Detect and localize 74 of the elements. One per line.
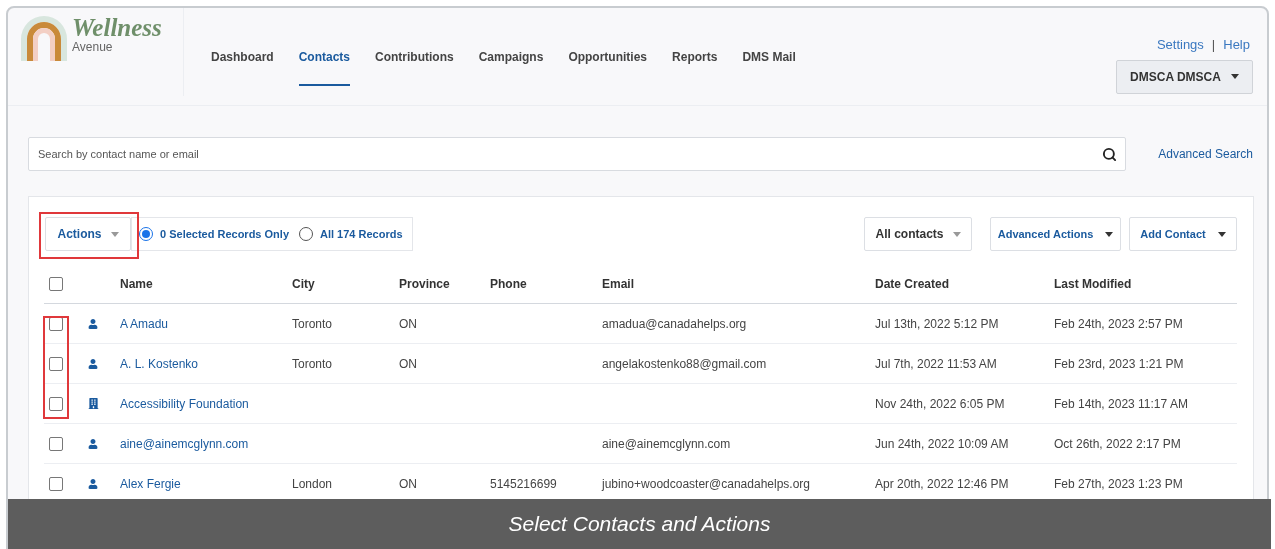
- person-icon: [88, 358, 98, 369]
- caret-icon: [110, 231, 119, 237]
- radio-button[interactable]: [299, 227, 313, 241]
- radio-label[interactable]: All 174 Records: [320, 225, 403, 243]
- column-header: Email: [602, 275, 634, 293]
- link-separator: |: [1211, 36, 1216, 54]
- table-cell: Toronto: [292, 356, 333, 371]
- nav-tab[interactable]: Contacts: [298, 48, 351, 86]
- table-cell: Toronto: [292, 316, 333, 331]
- table-cell: Feb 23rd, 2023 1:21 PM: [1054, 356, 1184, 371]
- caret-icon: [1105, 231, 1114, 237]
- table-cell: ON: [399, 316, 417, 331]
- table-cell: Jul 13th, 2022 5:12 PM: [875, 316, 999, 331]
- add-contact-button[interactable]: Add Contact: [1129, 217, 1237, 251]
- contact-name-link[interactable]: A. L. Kostenko: [120, 354, 199, 373]
- caret-icon: [1217, 231, 1226, 237]
- table-cell: London: [292, 476, 333, 491]
- table-cell: 5145216699: [490, 476, 557, 491]
- checkbox[interactable]: [49, 436, 63, 451]
- table-cell: Feb 14th, 2023 11:17 AM: [1054, 396, 1188, 411]
- table-cell: Jun 24th, 2022 10:09 AM: [875, 436, 1009, 451]
- table-cell: aine@ainemcglynn.com: [602, 436, 731, 451]
- rainbow-logo-icon: [18, 13, 70, 61]
- table-cell: Jul 7th, 2022 11:53 AM: [875, 356, 997, 371]
- logo-subtitle: Avenue: [72, 41, 114, 53]
- user-menu-button[interactable]: DMSCA DMSCA: [1116, 59, 1253, 94]
- table-cell: angelakostenko88@gmail.com: [602, 356, 767, 371]
- table-cell: Feb 27th, 2023 1:23 PM: [1054, 476, 1183, 491]
- table-cell: Nov 24th, 2022 6:05 PM: [875, 396, 1005, 411]
- radio-label[interactable]: 0 Selected Records Only: [160, 225, 289, 243]
- contact-name-link[interactable]: Accessibility Foundation: [120, 394, 249, 413]
- nav-tab[interactable]: Contributions: [375, 48, 454, 86]
- radio-button[interactable]: [139, 227, 153, 241]
- nav-tab[interactable]: Opportunities: [568, 48, 648, 86]
- column-header: City: [292, 275, 315, 293]
- column-header: Name: [120, 275, 153, 293]
- checkbox[interactable]: [49, 476, 63, 491]
- table-cell: Feb 24th, 2023 2:57 PM: [1054, 316, 1183, 331]
- table-cell: ON: [399, 356, 417, 371]
- person-icon: [88, 318, 98, 329]
- caption-text: Select Contacts and Actions: [508, 511, 771, 538]
- search-icon: [1102, 147, 1117, 162]
- help-link[interactable]: Help: [1223, 35, 1250, 55]
- table-cell: Apr 20th, 2022 12:46 PM: [875, 476, 1009, 491]
- table-cell: ON: [399, 476, 417, 491]
- person-icon: [88, 438, 98, 449]
- table-cell: jubino+woodcoaster@canadahelps.org: [602, 476, 810, 491]
- advanced-search-link[interactable]: Advanced Search: [1158, 145, 1253, 163]
- nav-tab[interactable]: Reports: [672, 48, 718, 86]
- actions-dropdown[interactable]: Actions: [45, 217, 131, 251]
- nav-tab[interactable]: DMS Mail: [742, 48, 796, 86]
- building-icon: [88, 398, 99, 409]
- column-header: Last Modified: [1054, 275, 1132, 293]
- checkbox[interactable]: [49, 396, 63, 411]
- caret-icon: [952, 231, 961, 237]
- search-field[interactable]: Search by contact name or email: [28, 137, 1126, 171]
- column-header: Province: [399, 275, 450, 293]
- advanced-actions-button[interactable]: Advanced Actions: [990, 217, 1121, 251]
- contact-name-link[interactable]: A Amadu: [120, 314, 169, 333]
- settings-link[interactable]: Settings: [1156, 35, 1204, 55]
- nav-tab[interactable]: Dashboard: [211, 48, 274, 86]
- column-header: Phone: [490, 275, 527, 293]
- contact-name-link[interactable]: aine@ainemcglynn.com: [120, 434, 249, 453]
- contact-name-link[interactable]: Alex Fergie: [120, 474, 181, 493]
- table-cell: amadua@canadahelps.org: [602, 316, 747, 331]
- nav-tab[interactable]: Campaigns: [478, 48, 544, 86]
- checkbox[interactable]: [49, 356, 63, 371]
- logo-title: Wellness: [72, 15, 162, 41]
- table-cell: Oct 26th, 2022 2:17 PM: [1054, 436, 1181, 451]
- checkbox[interactable]: [49, 276, 63, 291]
- contacts-filter-dropdown[interactable]: All contacts: [864, 217, 972, 251]
- column-header: Date Created: [875, 275, 950, 293]
- caret-icon: [1230, 74, 1239, 79]
- person-icon: [88, 478, 98, 489]
